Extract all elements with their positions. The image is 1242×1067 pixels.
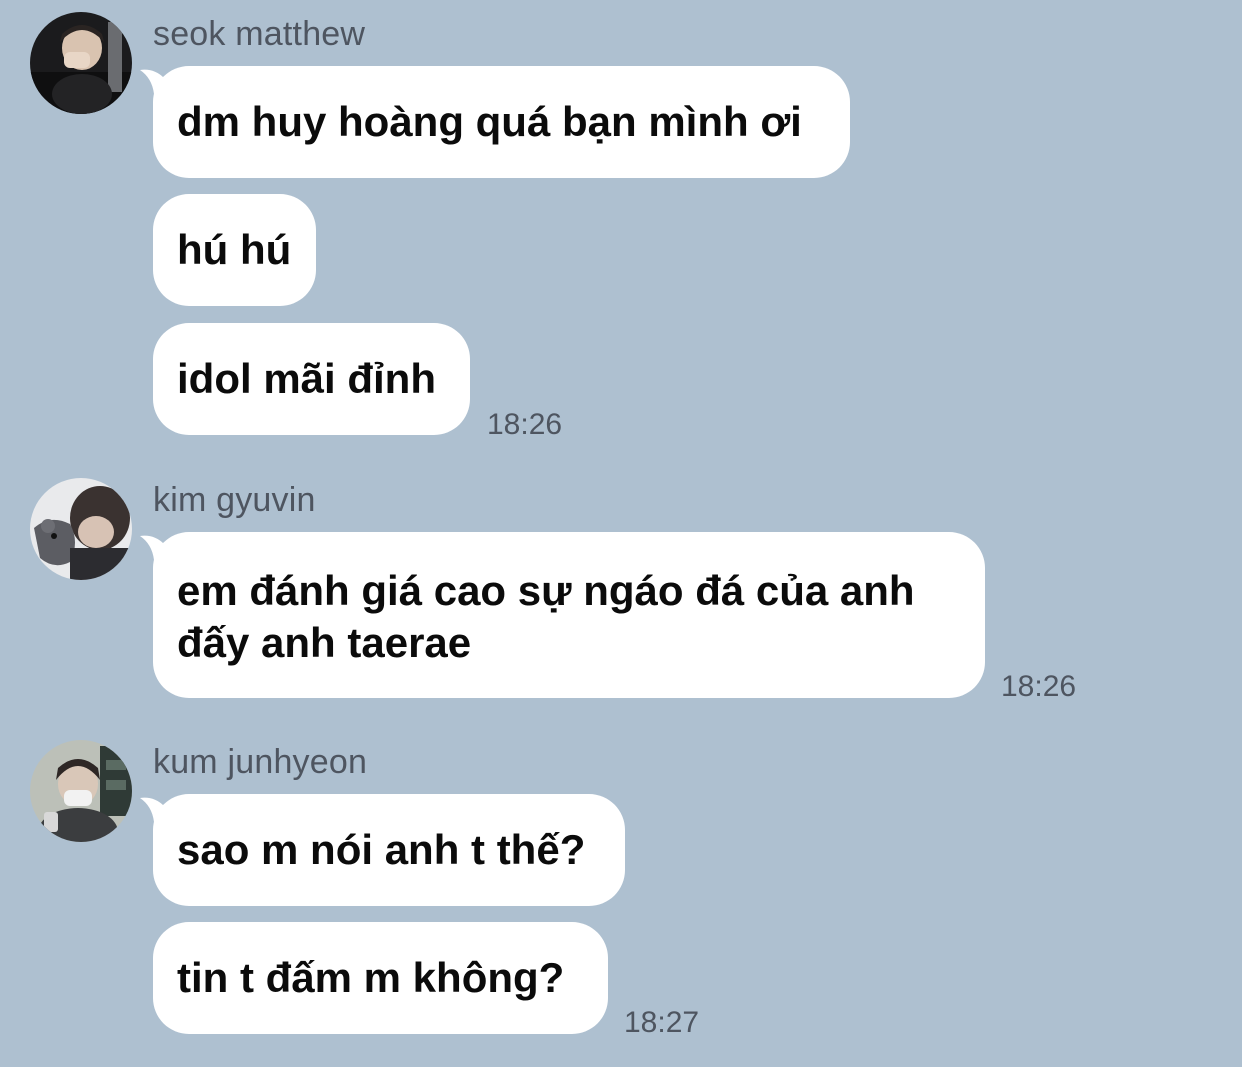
- avatar-photo-icon: [30, 740, 132, 842]
- avatar-photo-icon: [30, 478, 132, 580]
- message-bubble[interactable]: hú hú: [153, 194, 316, 306]
- message-bubble[interactable]: dm huy hoàng quá bạn mình ơi: [153, 66, 850, 178]
- message-timestamp: 18:26: [487, 408, 563, 441]
- message-bubble[interactable]: idol mãi đỉnh: [153, 323, 470, 435]
- message-text: hú hú: [177, 226, 292, 273]
- message-bubble[interactable]: tin t đấm m không?: [153, 922, 608, 1034]
- chat-message-list: seok matthew dm huy hoàng quá bạn mình ơ…: [0, 0, 1242, 1067]
- message-timestamp: 18:27: [624, 1006, 700, 1039]
- message-timestamp: 18:26: [1001, 670, 1077, 703]
- message-text: idol mãi đỉnh: [177, 355, 436, 402]
- sender-name: kum junhyeon: [153, 743, 368, 781]
- avatar[interactable]: [30, 12, 132, 114]
- message-text: tin t đấm m không?: [177, 954, 565, 1001]
- message-text: sao m nói anh t thế?: [177, 826, 586, 873]
- avatar-photo-icon: [30, 12, 132, 114]
- message-text: dm huy hoàng quá bạn mình ơi: [177, 98, 802, 145]
- sender-name: seok matthew: [153, 15, 366, 53]
- avatar[interactable]: [30, 478, 132, 580]
- message-bubble[interactable]: sao m nói anh t thế?: [153, 794, 625, 906]
- message-text: em đánh giá cao sự ngáo đá của anh đấy a…: [177, 567, 915, 666]
- message-bubble[interactable]: em đánh giá cao sự ngáo đá của anh đấy a…: [153, 532, 985, 698]
- sender-name: kim gyuvin: [153, 481, 316, 519]
- avatar[interactable]: [30, 740, 132, 842]
